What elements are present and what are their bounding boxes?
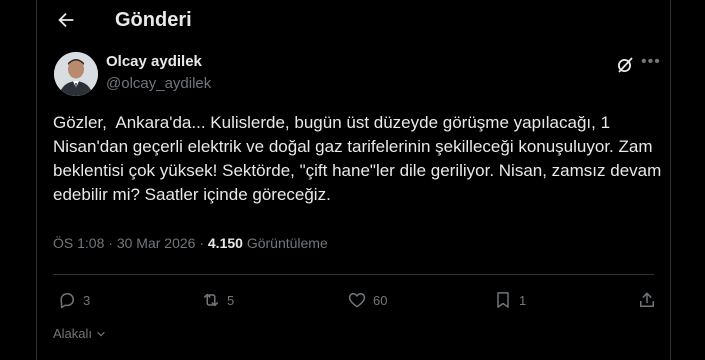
reply-button[interactable]: 3 (57, 289, 90, 311)
heart-icon (348, 293, 366, 308)
divider (53, 274, 654, 275)
meta-separator: · (199, 235, 204, 251)
relevance-label: Alakalı (53, 326, 93, 341)
views-count: 4.150 (207, 235, 243, 251)
reply-icon (60, 293, 74, 309)
repost-icon (204, 293, 218, 307)
post-time[interactable]: ÖS 1:08 (53, 235, 104, 251)
arrow-left-icon (58, 12, 74, 28)
share-icon (640, 292, 654, 307)
like-count: 60 (373, 292, 388, 308)
grok-icon (618, 57, 633, 73)
post-meta: ÖS 1:08 · 30 Mar 2026 · 4.150 Görüntülem… (53, 235, 328, 251)
page-title: Gönderi (115, 9, 192, 31)
post-date[interactable]: 30 Mar 2026 (117, 235, 196, 251)
more-icon: ••• (641, 53, 661, 70)
bookmark-count: 1 (519, 292, 527, 308)
author-name[interactable]: Olcay aydilek (106, 53, 202, 70)
author-handle[interactable]: @olcay_aydilek (106, 75, 211, 92)
meta-separator: · (108, 235, 113, 251)
repost-button[interactable]: 5 (201, 289, 234, 311)
views-label: Görüntüleme (246, 235, 328, 251)
relevance-dropdown[interactable]: Alakalı (53, 326, 106, 341)
post-text: Gözler, Ankara'da... Kulislerde, bugün ü… (53, 113, 667, 204)
grok-button[interactable] (615, 55, 635, 75)
repost-count: 5 (227, 292, 235, 308)
back-button[interactable] (55, 9, 79, 33)
avatar-image (54, 52, 98, 96)
avatar[interactable] (54, 52, 98, 96)
reply-count: 3 (83, 292, 91, 308)
share-button[interactable] (637, 289, 657, 311)
bookmark-button[interactable]: 1 (493, 289, 526, 311)
more-options-button[interactable]: ••• (641, 53, 661, 71)
like-button[interactable]: 60 (347, 289, 387, 311)
bookmark-icon (497, 292, 509, 308)
tweet-column: Gönderi Olcay aydilek @olcay_aydilek •••… (36, 0, 671, 360)
chevron-down-icon (96, 331, 105, 337)
page-header: Gönderi (37, 0, 670, 42)
